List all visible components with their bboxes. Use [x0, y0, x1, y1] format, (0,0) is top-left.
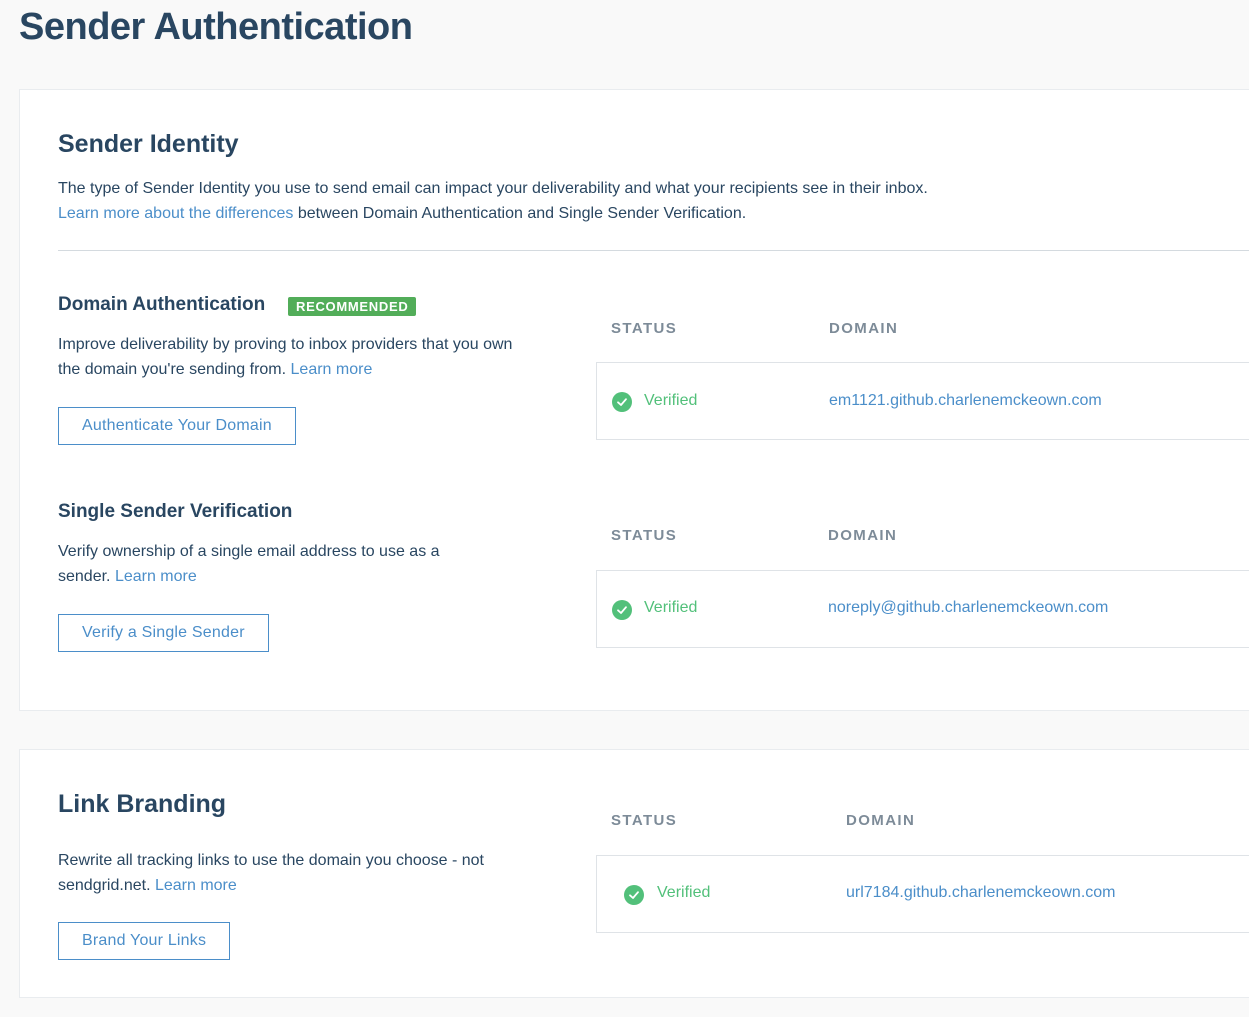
link-branding-title: Link Branding: [58, 790, 227, 818]
authenticate-domain-button[interactable]: Authenticate Your Domain: [58, 407, 296, 445]
check-circle-icon: [612, 600, 632, 620]
sender-identity-intro: The type of Sender Identity you use to s…: [58, 176, 928, 226]
link-branding-card: Link Branding Rewrite all tracking links…: [19, 749, 1249, 998]
single-sender-domain-header: DOMAIN: [828, 527, 898, 544]
domain-auth-status-header: STATUS: [611, 320, 678, 337]
link-branding-status: Verified: [657, 884, 711, 901]
intro-line-2-text: between Domain Authentication and Single…: [293, 205, 747, 222]
single-sender-desc: Verify ownership of a single email addre…: [58, 539, 488, 589]
single-sender-title: Single Sender Verification: [58, 501, 293, 522]
domain-auth-title: Domain Authentication: [58, 294, 266, 315]
domain-auth-desc: Improve deliverability by proving to inb…: [58, 332, 518, 382]
domain-auth-status-row: Verified em1121.github.charlenemckeown.c…: [596, 362, 1249, 440]
intro-line-1: The type of Sender Identity you use to s…: [58, 180, 928, 197]
link-branding-status-row: Verified url7184.github.charlenemckeown.…: [596, 855, 1249, 933]
sender-identity-title: Sender Identity: [58, 130, 239, 158]
single-sender-status: Verified: [644, 599, 698, 616]
sender-identity-card: Sender Identity The type of Sender Ident…: [19, 89, 1249, 711]
domain-auth-status: Verified: [644, 392, 698, 409]
link-branding-domain[interactable]: url7184.github.charlenemckeown.com: [846, 884, 1115, 902]
domain-auth-domain[interactable]: em1121.github.charlenemckeown.com: [829, 392, 1102, 410]
single-sender-domain[interactable]: noreply@github.charlenemckeown.com: [828, 599, 1108, 617]
page-title: Sender Authentication: [19, 6, 413, 48]
link-branding-domain-header: DOMAIN: [846, 812, 916, 829]
link-branding-desc-text: Rewrite all tracking links to use the do…: [58, 852, 484, 894]
recommended-badge: RECOMMENDED: [288, 297, 417, 316]
verify-single-sender-button[interactable]: Verify a Single Sender: [58, 614, 269, 652]
link-branding-learn-more-link[interactable]: Learn more: [155, 877, 237, 894]
domain-auth-learn-more-link[interactable]: Learn more: [291, 361, 373, 378]
intro-line-2: Learn more about the differences between…: [58, 201, 928, 226]
link-branding-status-header: STATUS: [611, 812, 678, 829]
check-circle-icon: [624, 885, 644, 905]
single-sender-status-header: STATUS: [611, 527, 678, 544]
learn-differences-link[interactable]: Learn more about the differences: [58, 205, 293, 222]
single-sender-learn-more-link[interactable]: Learn more: [115, 568, 197, 585]
brand-links-button[interactable]: Brand Your Links: [58, 922, 231, 960]
domain-auth-desc-text: Improve deliverability by proving to inb…: [58, 336, 513, 378]
check-circle-icon: [612, 392, 632, 412]
single-sender-status-row: Verified noreply@github.charlenemckeown.…: [596, 570, 1249, 648]
link-branding-desc: Rewrite all tracking links to use the do…: [58, 848, 508, 898]
section-divider: [58, 250, 1249, 251]
domain-auth-domain-header: DOMAIN: [829, 320, 899, 337]
